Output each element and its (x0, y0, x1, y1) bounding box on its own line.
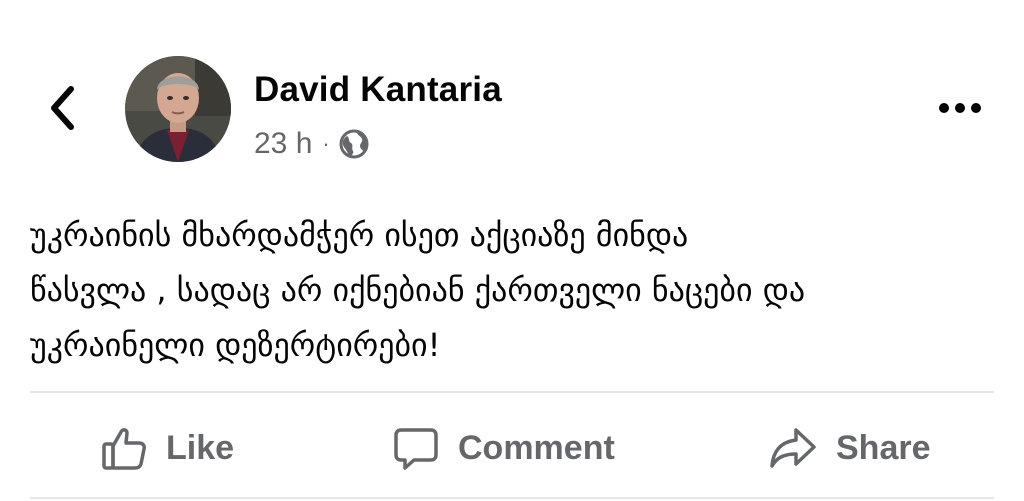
post-timestamp[interactable]: 23 h (254, 127, 312, 161)
post-text: უკრაინის მხარდამჭერ ისეთ აქციაზე მინდა წ… (30, 216, 806, 364)
share-button[interactable]: Share (768, 410, 931, 486)
author-name[interactable]: David Kantaria (254, 70, 502, 110)
more-horizontal-icon (939, 103, 981, 113)
chevron-left-icon (51, 86, 74, 130)
post-actions-bar: Like Comment Share (30, 410, 994, 486)
globe-icon[interactable] (338, 128, 370, 160)
share-label: Share (836, 428, 931, 467)
comment-bubble-icon (392, 424, 440, 472)
post-meta: 23 h · (254, 124, 370, 164)
like-button[interactable]: Like (100, 410, 234, 486)
comment-label: Comment (458, 428, 615, 467)
comment-button[interactable]: Comment (392, 410, 615, 486)
avatar[interactable] (125, 56, 231, 162)
meta-separator: · (322, 131, 330, 156)
actions-divider-bottom (30, 497, 994, 499)
actions-divider-top (30, 391, 994, 393)
like-label: Like (166, 428, 235, 467)
more-options-button[interactable] (934, 88, 986, 128)
share-arrow-icon (768, 424, 818, 472)
back-button[interactable] (40, 82, 84, 134)
avatar-photo (125, 56, 231, 162)
thumbs-up-icon (100, 424, 148, 472)
